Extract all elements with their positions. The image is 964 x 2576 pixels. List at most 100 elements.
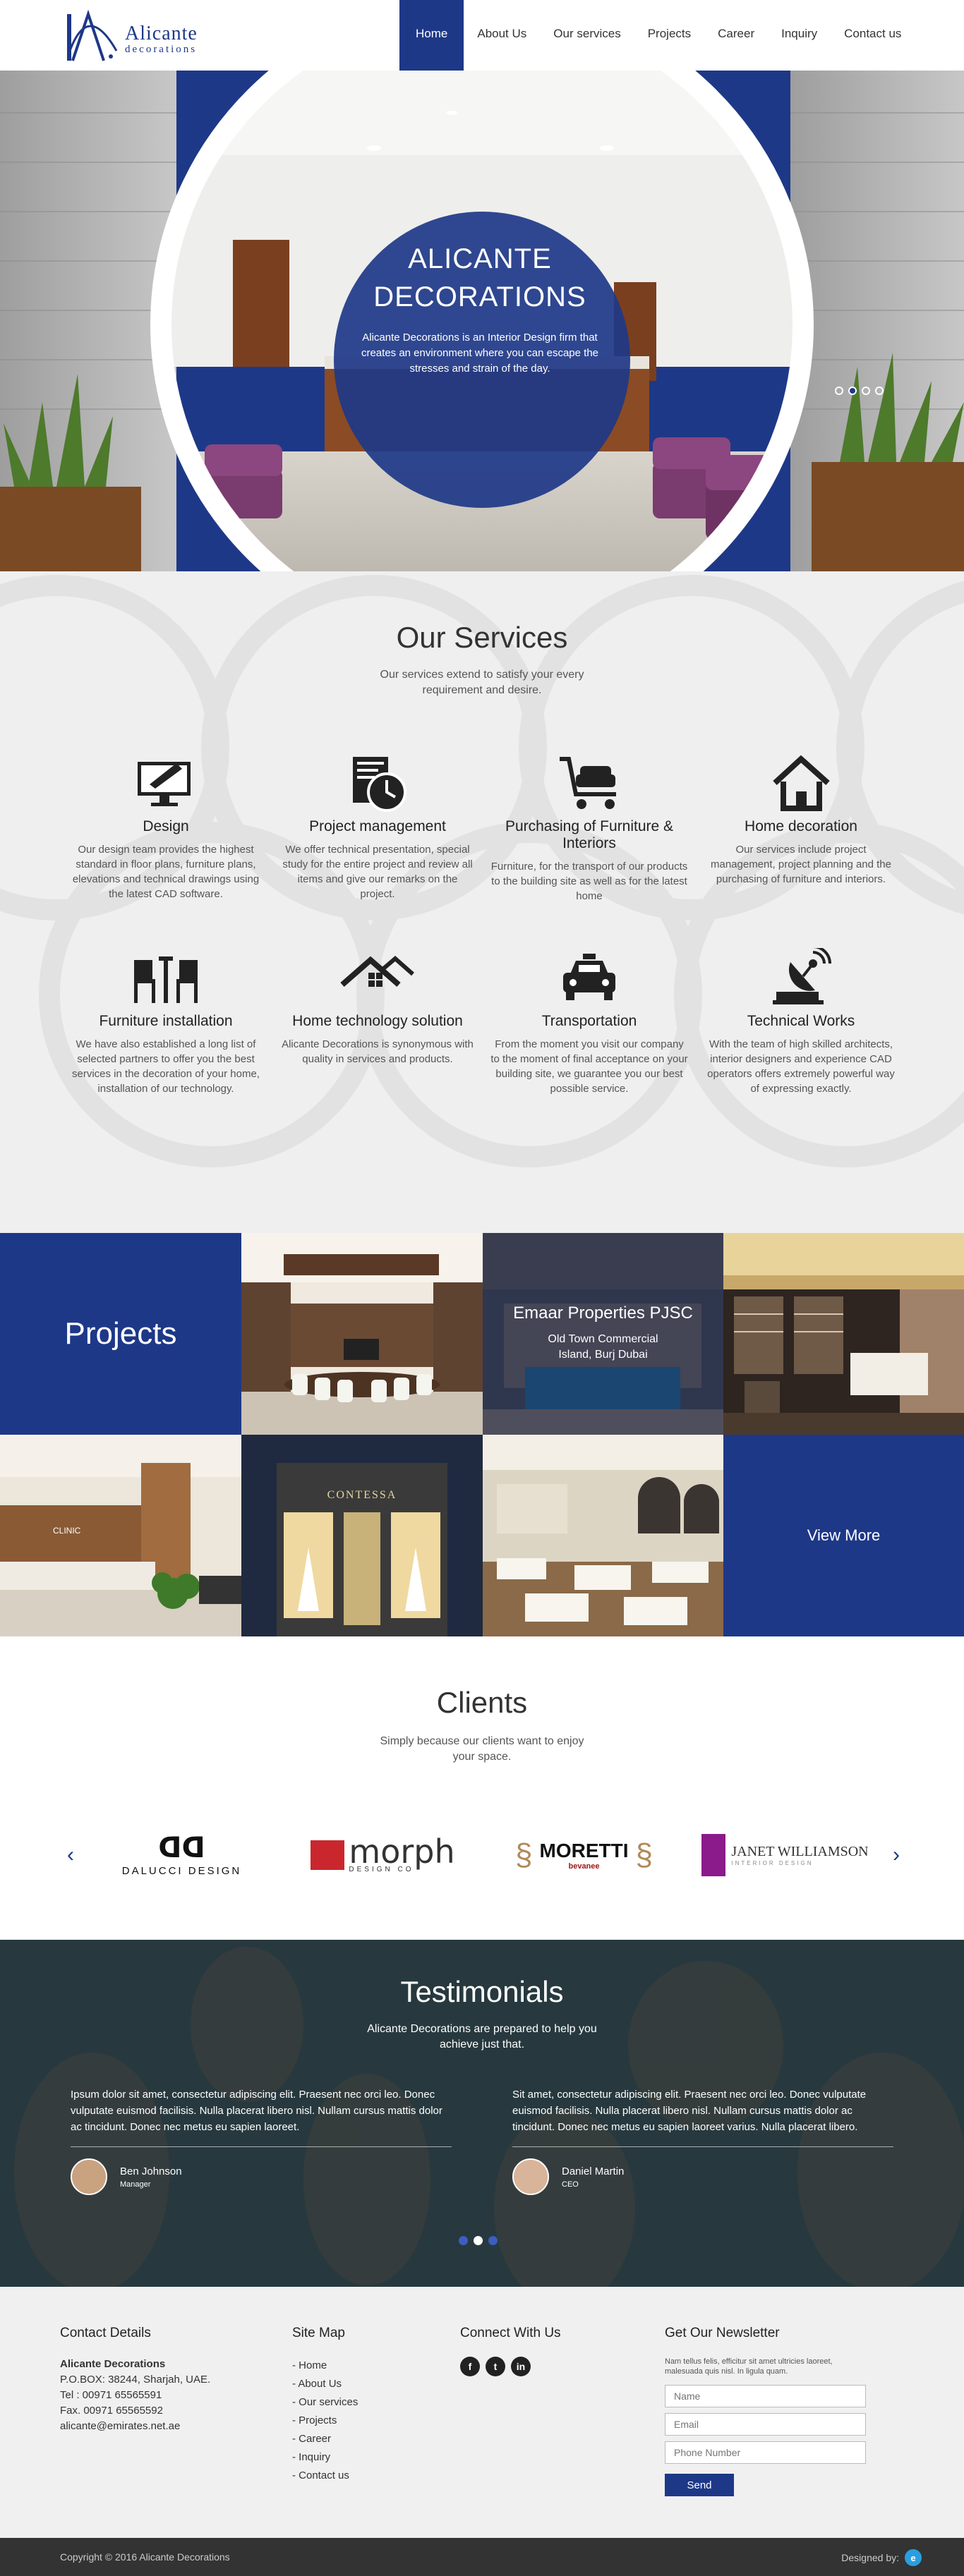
avatar bbox=[71, 2158, 107, 2195]
copyright-text: Copyright © 2016 Alicante Decorations bbox=[60, 2551, 230, 2563]
project-image bbox=[723, 1233, 964, 1435]
slider-dot-active[interactable] bbox=[474, 2236, 483, 2245]
sitemap-link-contact[interactable]: - Contact us bbox=[292, 2467, 358, 2485]
chairs-icon bbox=[67, 942, 265, 1013]
author-name: Ben Johnson bbox=[120, 2165, 182, 2177]
site-logo[interactable]: Alicante decorations bbox=[67, 8, 222, 63]
author-role: CEO bbox=[562, 2180, 579, 2189]
view-more-tile[interactable]: View More bbox=[723, 1435, 964, 1636]
slider-dot[interactable] bbox=[488, 2236, 498, 2245]
service-title: Furniture installation bbox=[99, 1013, 233, 1029]
testimonial-author: Daniel Martin CEO bbox=[512, 2158, 893, 2195]
sitemap-link-inquiry[interactable]: - Inquiry bbox=[292, 2448, 358, 2467]
newsletter-phone-input[interactable] bbox=[665, 2441, 866, 2464]
twitter-icon[interactable]: t bbox=[486, 2357, 505, 2376]
nav-home[interactable]: Home bbox=[399, 0, 464, 71]
slider-dot[interactable] bbox=[835, 387, 843, 395]
nav-contact-us[interactable]: Contact us bbox=[831, 0, 915, 71]
project-image bbox=[241, 1233, 483, 1435]
slider-dot-active[interactable] bbox=[848, 387, 857, 395]
slider-dot[interactable] bbox=[862, 387, 870, 395]
sitemap-link-career[interactable]: - Career bbox=[292, 2430, 358, 2448]
nav-about-us[interactable]: About Us bbox=[464, 0, 540, 71]
footer-connect-title: Connect With Us bbox=[460, 2326, 561, 2340]
chevron-right-icon[interactable]: › bbox=[886, 1843, 907, 1867]
sitemap-link-about[interactable]: - About Us bbox=[292, 2375, 358, 2393]
services-section: Our Services Our services extend to sati… bbox=[0, 571, 964, 1233]
slider-dot[interactable] bbox=[875, 387, 884, 395]
service-title: Design bbox=[143, 818, 189, 834]
nav-our-services[interactable]: Our services bbox=[540, 0, 634, 71]
service-furniture-installation[interactable]: Furniture installation We have also esta… bbox=[60, 942, 272, 1096]
project-tile-emaar[interactable]: Emaar Properties PJSC Old Town Commercia… bbox=[483, 1233, 723, 1435]
testimonial-text: Ipsum dolor sit amet, consectetur adipis… bbox=[71, 2086, 452, 2147]
project-tile-contessa[interactable]: CONTESSA bbox=[241, 1435, 483, 1636]
company-fax: Fax. 00971 65565592 bbox=[60, 2405, 163, 2417]
testimonial-text: Sit amet, consectetur adipiscing elit. P… bbox=[512, 2086, 893, 2147]
project-image bbox=[483, 1435, 723, 1636]
main-nav: Home About Us Our services Projects Care… bbox=[399, 0, 915, 71]
testimonial-item: Ipsum dolor sit amet, consectetur adipis… bbox=[71, 2086, 452, 2195]
hero-slider-dots bbox=[835, 387, 884, 395]
project-tile-showroom[interactable] bbox=[723, 1233, 964, 1435]
project-tile-meeting-room[interactable] bbox=[241, 1233, 483, 1435]
client-name: MORETTI bbox=[539, 1840, 629, 1861]
newsletter-send-button[interactable]: Send bbox=[665, 2474, 734, 2496]
service-transportation[interactable]: Transportation From the moment you visit… bbox=[483, 942, 695, 1096]
service-title: Home technology solution bbox=[292, 1013, 463, 1029]
nav-projects[interactable]: Projects bbox=[634, 0, 704, 71]
view-more-label: View More bbox=[807, 1526, 881, 1544]
newsletter-email-input[interactable] bbox=[665, 2413, 866, 2436]
testimonials-title: Testimonials bbox=[400, 1975, 564, 2008]
featured-project-location: Old Town Commercial Island, Burj Dubai bbox=[548, 1333, 658, 1361]
site-header: Alicante decorations Home About Us Our s… bbox=[0, 0, 964, 71]
client-name: morph bbox=[349, 1832, 455, 1871]
logo-mark-icon bbox=[67, 9, 118, 61]
clock-document-icon bbox=[279, 748, 476, 818]
hero-title-line2: DECORATIONS bbox=[373, 281, 586, 312]
logo-subtitle: decorations bbox=[125, 44, 198, 55]
client-logo-morph[interactable]: morph DESIGN CO bbox=[291, 1823, 475, 1887]
project-tile-clinic[interactable]: CLINIC bbox=[0, 1435, 241, 1636]
sitemap-link-projects[interactable]: - Projects bbox=[292, 2412, 358, 2430]
nav-career[interactable]: Career bbox=[704, 0, 768, 71]
service-design[interactable]: Design Our design team provides the high… bbox=[60, 748, 272, 904]
sitemap-link-services[interactable]: - Our services bbox=[292, 2393, 358, 2412]
testimonials-section: Testimonials Alicante Decorations are pr… bbox=[0, 1940, 964, 2287]
service-text: We have also established a long list of … bbox=[72, 1038, 260, 1095]
logo-text: Alicante decorations bbox=[125, 23, 198, 56]
service-title: Home decoration bbox=[745, 818, 857, 834]
linkedin-icon[interactable]: in bbox=[511, 2357, 531, 2376]
hero-description: Alicante Decorations is an Interior Desi… bbox=[361, 332, 599, 375]
service-home-technology[interactable]: Home technology solution Alicante Decora… bbox=[272, 942, 483, 1096]
client-logo-dalucci[interactable]: ᗡᗡ DALUCCI DESIGN bbox=[90, 1823, 274, 1887]
services-subtitle: Our services extend to satisfy your ever… bbox=[380, 669, 584, 696]
nav-inquiry[interactable]: Inquiry bbox=[768, 0, 831, 71]
company-email-link[interactable]: alicante@emirates.net.ae bbox=[60, 2419, 210, 2434]
client-logo-janet-williamson[interactable]: JANET WILLIAMSON INTERIOR DESIGN bbox=[694, 1823, 877, 1887]
sitemap-link-home[interactable]: - Home bbox=[292, 2357, 358, 2375]
project-tile-restaurant[interactable] bbox=[483, 1435, 723, 1636]
satellite-dish-icon bbox=[702, 942, 900, 1013]
services-title: Our Services bbox=[396, 621, 568, 654]
client-logo-moretti[interactable]: § MORETTI bevanee § bbox=[493, 1823, 676, 1887]
drawing-monitor-icon bbox=[67, 748, 265, 818]
service-title: Purchasing of Furniture & Interiors bbox=[505, 818, 674, 851]
footer-sitemap-title: Site Map bbox=[292, 2326, 345, 2340]
house-tech-icon bbox=[279, 942, 476, 1013]
avatar bbox=[512, 2158, 549, 2195]
service-home-decoration[interactable]: Home decoration Our services include pro… bbox=[695, 748, 907, 904]
clients-section: Clients Simply because our clients want … bbox=[0, 1636, 964, 1940]
newsletter-name-input[interactable] bbox=[665, 2385, 866, 2407]
service-purchasing[interactable]: Purchasing of Furniture & Interiors Furn… bbox=[483, 748, 695, 904]
service-text: We offer technical presentation, special… bbox=[282, 844, 473, 900]
designer-logo-icon[interactable]: e bbox=[905, 2549, 922, 2566]
slider-dot[interactable] bbox=[459, 2236, 468, 2245]
service-technical-works[interactable]: Technical Works With the team of high sk… bbox=[695, 942, 907, 1096]
chevron-left-icon[interactable]: ‹ bbox=[60, 1843, 81, 1867]
service-text: From the moment you visit our company to… bbox=[490, 1038, 688, 1095]
designed-by: Designed by: e bbox=[841, 2549, 922, 2566]
service-project-management[interactable]: Project management We offer technical pr… bbox=[272, 748, 483, 904]
facebook-icon[interactable]: f bbox=[460, 2357, 480, 2376]
projects-grid: Projects Emaar Properties PJSC Old Town bbox=[0, 1233, 964, 1636]
